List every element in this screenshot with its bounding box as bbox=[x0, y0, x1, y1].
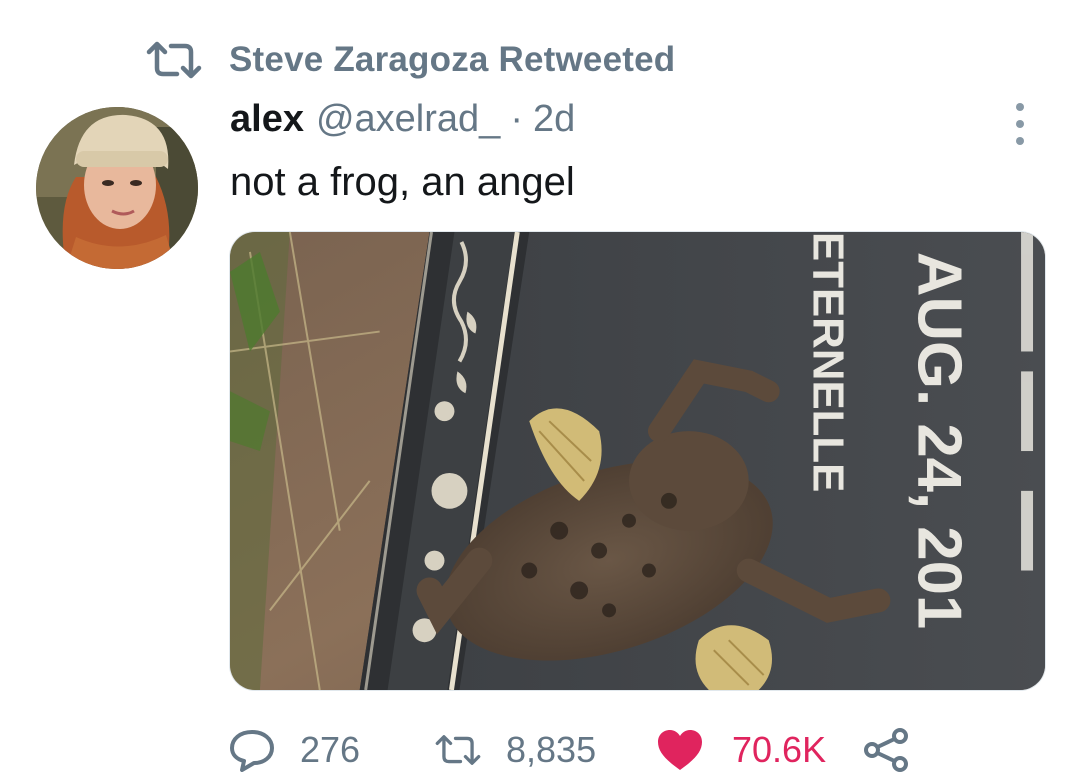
tweet-header: alex @axelrad_ · 2d bbox=[230, 98, 575, 154]
more-dot bbox=[1016, 120, 1024, 128]
author-name[interactable]: alex bbox=[230, 98, 304, 141]
gravestone-date-text: AUG. 24, 201 bbox=[904, 252, 973, 629]
tweet-timestamp[interactable]: 2d bbox=[533, 98, 575, 141]
retweet-button[interactable]: 8,835 bbox=[434, 722, 596, 775]
retweet-banner[interactable]: Steve Zaragoza Retweeted bbox=[145, 38, 675, 82]
more-dot bbox=[1016, 137, 1024, 145]
gravestone-inscription-text: ETERNELLE bbox=[804, 232, 853, 492]
retweet-icon bbox=[146, 41, 202, 79]
retweet-count: 8,835 bbox=[506, 729, 597, 770]
tweet-actions: 276 8,835 70.6K bbox=[228, 722, 948, 775]
share-icon bbox=[864, 728, 908, 772]
tweet-media-photo[interactable]: AUG. 24, 201 ETERNELLE bbox=[229, 231, 1046, 691]
reply-button[interactable]: 276 bbox=[228, 722, 360, 775]
separator-dot: · bbox=[510, 98, 523, 140]
avatar[interactable] bbox=[36, 107, 198, 269]
more-options-icon[interactable] bbox=[1008, 103, 1032, 145]
retweet-banner-text: Steve Zaragoza Retweeted bbox=[229, 40, 676, 79]
reply-icon bbox=[230, 730, 274, 772]
like-button[interactable]: 70.6K bbox=[656, 722, 826, 775]
tweet-text: not a frog, an angel bbox=[230, 160, 575, 204]
heart-icon bbox=[658, 730, 702, 770]
avatar-photo bbox=[36, 107, 198, 269]
share-button[interactable] bbox=[862, 722, 910, 775]
more-dot bbox=[1016, 103, 1024, 111]
frog-gravestone-photo: AUG. 24, 201 ETERNELLE bbox=[230, 232, 1045, 690]
like-count: 70.6K bbox=[732, 729, 827, 770]
retweet-icon bbox=[435, 735, 481, 765]
reply-count: 276 bbox=[300, 729, 361, 770]
author-handle[interactable]: @axelrad_ bbox=[316, 98, 500, 141]
